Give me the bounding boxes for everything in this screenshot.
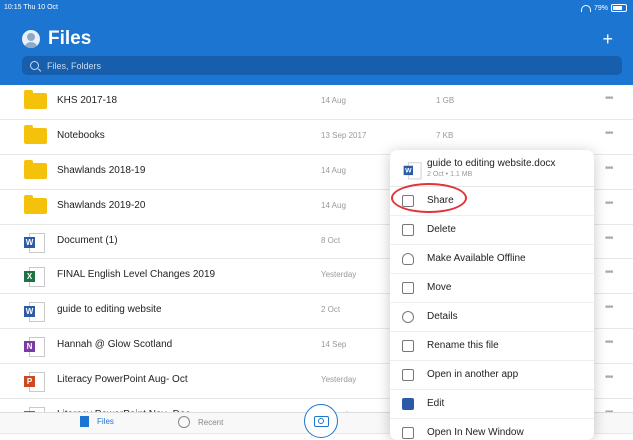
account-avatar[interactable] <box>22 30 40 48</box>
battery-icon <box>611 4 627 12</box>
file-name: KHS 2017-18 <box>57 95 118 106</box>
file-row[interactable]: KHS 2017-18 14 Aug 1 GB ••• <box>0 85 633 120</box>
more-options-icon[interactable]: ••• <box>605 163 613 174</box>
file-name: Hannah @ Glow Scotland <box>57 339 173 351</box>
menu-item-edit[interactable]: Edit <box>390 390 594 419</box>
more-options-icon[interactable]: ••• <box>605 93 613 104</box>
info-icon <box>402 311 414 323</box>
file-name: Shawlands 2018-19 <box>57 164 146 176</box>
camera-button[interactable] <box>304 404 338 438</box>
share-highlight-circle <box>391 183 467 213</box>
file-size: 7 KB <box>436 130 454 140</box>
status-indicators: 79% <box>580 4 627 12</box>
file-date: Yesterday <box>321 375 357 385</box>
folder-icon <box>24 90 47 109</box>
title-row: Files <box>22 28 91 50</box>
word-doc-icon: W <box>403 162 423 180</box>
clock-icon <box>178 416 190 428</box>
menu-item-label: Open In New Window <box>427 427 524 438</box>
more-options-icon[interactable]: ••• <box>605 128 613 139</box>
word-edit-icon <box>402 398 414 410</box>
file-date: 14 Sep <box>321 340 347 350</box>
status-bar: 10:15 Thu 10 Oct 79% <box>4 3 627 15</box>
more-options-icon[interactable]: ••• <box>605 337 613 348</box>
move-icon <box>402 282 414 294</box>
folder-icon <box>24 194 47 214</box>
trash-icon <box>402 224 414 236</box>
onenote-icon: N <box>24 337 46 358</box>
more-options-icon[interactable]: ••• <box>605 198 613 209</box>
more-options-icon[interactable]: ••• <box>605 372 613 383</box>
tab-files-label: Files <box>97 417 114 426</box>
tab-recent[interactable]: Recent <box>178 416 223 428</box>
more-options-icon[interactable]: ••• <box>605 302 613 313</box>
context-file-name: guide to editing website.docx <box>427 158 556 169</box>
menu-item-move[interactable]: Move <box>390 274 594 303</box>
tab-recent-label: Recent <box>198 417 224 427</box>
menu-item-label: Move <box>427 282 452 293</box>
file-date: 14 Aug <box>321 165 346 175</box>
file-date: 13 Sep 2017 <box>321 130 367 140</box>
files-icon <box>80 416 89 427</box>
search-input[interactable]: Files, Folders <box>22 56 622 75</box>
file-date: 8 Oct <box>321 235 341 245</box>
cloud-download-icon <box>402 253 414 265</box>
menu-item-label: Details <box>427 311 458 322</box>
file-size: 1 GB <box>436 96 455 105</box>
folder-icon <box>24 124 47 144</box>
menu-item-details[interactable]: Details <box>390 303 594 332</box>
add-icon[interactable]: + <box>602 29 613 50</box>
open-external-icon <box>402 369 414 381</box>
context-file-meta: 2 Oct • 1.1 MB <box>427 171 473 178</box>
menu-item-label: Rename this file <box>427 340 499 351</box>
file-name: Document (1) <box>57 234 118 246</box>
status-time: 10:15 Thu 10 Oct <box>4 4 58 11</box>
new-window-icon <box>402 427 414 439</box>
word-doc-icon: W <box>24 302 46 323</box>
more-options-icon[interactable]: ••• <box>605 233 613 244</box>
menu-item-open-in-another-app[interactable]: Open in another app <box>390 361 594 390</box>
menu-item-label: Open in another app <box>427 369 519 380</box>
file-name: Notebooks <box>57 129 105 141</box>
menu-item-label: Delete <box>427 224 456 235</box>
word-doc-icon: W <box>24 232 46 253</box>
more-options-icon[interactable]: ••• <box>605 267 613 278</box>
excel-icon: X <box>24 267 46 288</box>
search-placeholder: Files, Folders <box>47 60 102 71</box>
file-date: 2 Oct <box>321 305 341 315</box>
folder-icon <box>24 159 47 179</box>
battery-percent: 79% <box>593 4 608 12</box>
file-name: Literacy PowerPoint Aug- Oct <box>57 374 188 386</box>
file-name: Shawlands 2019-20 <box>57 199 146 211</box>
menu-item-delete[interactable]: Delete <box>390 216 594 245</box>
menu-item-label: Edit <box>427 398 445 409</box>
page-title: Files <box>48 28 92 49</box>
menu-item-open-in-new-window[interactable]: Open In New Window <box>390 419 594 440</box>
menu-item-make-available-offline[interactable]: Make Available Offline <box>390 245 594 274</box>
tab-files[interactable]: Files <box>80 416 114 427</box>
file-date: 14 Aug <box>321 200 346 210</box>
file-date: 14 Aug <box>321 96 346 105</box>
menu-item-label: Make Available Offline <box>427 253 526 264</box>
file-name: FINAL English Level Changes 2019 <box>57 269 216 281</box>
powerpoint-icon: P <box>24 372 46 393</box>
search-icon <box>30 61 39 70</box>
wifi-icon <box>580 4 591 12</box>
rename-icon <box>402 340 414 352</box>
file-date: Yesterday <box>321 270 357 280</box>
menu-item-rename-this-file[interactable]: Rename this file <box>390 332 594 361</box>
context-menu-header: W guide to editing website.docx 2 Oct • … <box>390 150 594 187</box>
file-name: guide to editing website <box>57 304 162 316</box>
app-header: 10:15 Thu 10 Oct 79% Files + Files, Fold… <box>0 0 633 85</box>
